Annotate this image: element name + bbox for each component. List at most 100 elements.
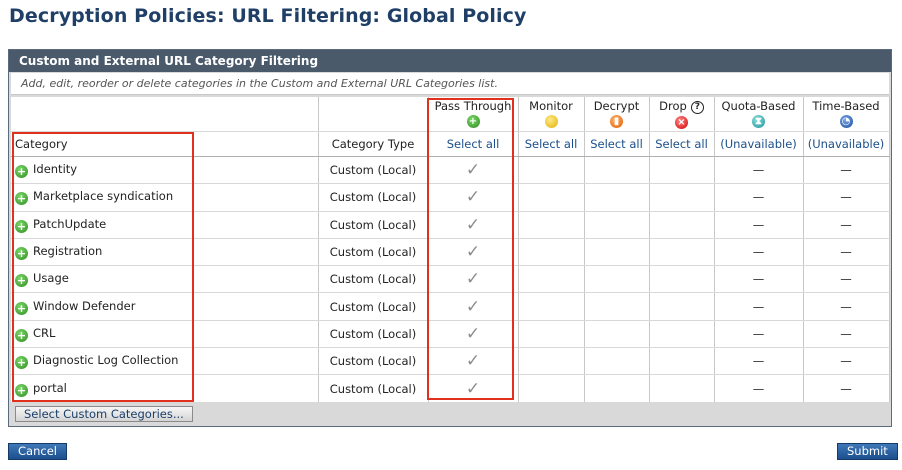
decrypt-cell[interactable] — [584, 320, 650, 349]
plus-icon[interactable]: + — [15, 247, 28, 261]
category-cell: + Usage — [11, 265, 319, 294]
checkmark-icon: ✓ — [465, 269, 481, 290]
submit-button[interactable]: Submit — [837, 443, 898, 460]
drop-cell[interactable] — [649, 156, 715, 185]
quota-cell: — — [714, 347, 804, 376]
plus-icon[interactable]: + — [15, 301, 28, 315]
category-type-cell: Custom (Local) — [318, 265, 429, 294]
select-all-drop[interactable]: Select all — [649, 131, 715, 157]
quota-cell: — — [714, 156, 804, 185]
column-header-category-type: Category Type — [318, 131, 429, 157]
cancel-button[interactable]: Cancel — [8, 443, 67, 460]
drop-cell[interactable] — [649, 347, 715, 376]
pass-through-cell[interactable]: ✓ — [428, 156, 519, 185]
time-cell: — — [803, 347, 890, 376]
quota-cell: — — [714, 292, 804, 321]
monitor-cell[interactable] — [518, 183, 585, 212]
category-name: Registration — [33, 244, 103, 259]
monitor-cell[interactable] — [518, 211, 585, 239]
pass-through-cell[interactable]: ✓ — [428, 211, 519, 239]
time-cell: — — [803, 265, 890, 294]
quota-cell: — — [714, 265, 804, 294]
header-category-blank — [11, 97, 319, 132]
decrypt-cell[interactable] — [584, 183, 650, 212]
decrypt-cell[interactable] — [584, 156, 650, 185]
pass-through-cell[interactable]: ✓ — [428, 265, 519, 294]
drop-cell[interactable] — [649, 374, 715, 403]
time-cell: — — [803, 183, 890, 212]
header-drop: Drop? × — [649, 97, 715, 132]
help-icon[interactable]: ? — [690, 101, 704, 114]
select-custom-categories-button[interactable]: Select Custom Categories... — [15, 406, 193, 422]
category-cell: + Registration — [11, 238, 319, 267]
monitor-cell[interactable] — [518, 374, 585, 403]
category-cell: + CRL — [11, 320, 319, 349]
monitor-cell[interactable] — [518, 347, 585, 376]
drop-cell[interactable] — [649, 238, 715, 267]
category-cell: + Diagnostic Log Collection — [11, 347, 319, 376]
select-all-pass-through[interactable]: Select all — [428, 131, 519, 157]
category-name: Marketplace syndication — [33, 189, 174, 204]
header-quota-based: Quota-Based ⧗ — [714, 97, 804, 132]
quota-cell: — — [714, 320, 804, 349]
quota-cell: — — [714, 374, 804, 403]
plus-icon[interactable]: + — [15, 274, 28, 288]
monitor-cell[interactable] — [518, 320, 585, 349]
pass-through-cell[interactable]: ✓ — [428, 347, 519, 376]
url-category-panel: Custom and External URL Category Filteri… — [8, 49, 892, 427]
page-title: Decryption Policies: URL Filtering: Glob… — [9, 5, 527, 27]
pass-through-label: Pass Through — [434, 99, 512, 113]
table-row: + Identity Custom (Local) ✓ — — — [11, 156, 890, 185]
drop-cell[interactable] — [649, 211, 715, 239]
monitor-cell[interactable] — [518, 238, 585, 267]
select-all-monitor[interactable]: Select all — [518, 131, 585, 157]
decrypt-cell[interactable] — [584, 347, 650, 376]
select-all-decrypt[interactable]: Select all — [584, 131, 650, 157]
quota-unavailable: (Unavailable) — [714, 131, 804, 157]
time-based-label: Time-Based — [812, 99, 880, 113]
decrypt-cell[interactable] — [584, 265, 650, 294]
category-type-cell: Custom (Local) — [318, 347, 429, 376]
table-row: + Usage Custom (Local) ✓ — — — [11, 265, 890, 294]
plus-icon[interactable]: + — [15, 219, 28, 233]
decrypt-cell[interactable] — [584, 238, 650, 267]
time-cell: — — [803, 156, 890, 185]
decrypt-cell[interactable] — [584, 374, 650, 403]
decrypt-cell[interactable] — [584, 211, 650, 239]
plus-icon[interactable]: + — [15, 328, 28, 342]
pass-through-cell[interactable]: ✓ — [428, 183, 519, 212]
pass-through-cell[interactable]: ✓ — [428, 320, 519, 349]
table-row: + Diagnostic Log Collection Custom (Local)… — [11, 347, 890, 376]
table-row: + Registration Custom (Local) ✓ — — — [11, 238, 890, 267]
plus-icon[interactable]: + — [15, 165, 28, 179]
drop-cell[interactable] — [649, 265, 715, 294]
pass-through-cell[interactable]: ✓ — [428, 238, 519, 267]
category-table: Pass Through + Monitor Decrypt ▮ Drop? ×… — [11, 97, 890, 403]
plus-icon[interactable]: + — [15, 356, 28, 370]
decrypt-lock-icon: ▮ — [610, 115, 623, 128]
decrypt-cell[interactable] — [584, 292, 650, 321]
category-cell: + Window Defender — [11, 292, 319, 321]
monitor-cell[interactable] — [518, 265, 585, 294]
drop-cell[interactable] — [649, 292, 715, 321]
header-decrypt: Decrypt ▮ — [584, 97, 650, 132]
category-name: portal — [33, 380, 67, 395]
quota-cell: — — [714, 183, 804, 212]
pass-through-cell[interactable]: ✓ — [428, 292, 519, 321]
header-time-based: Time-Based ◔ — [803, 97, 890, 132]
pass-through-cell[interactable]: ✓ — [428, 374, 519, 403]
category-name: PatchUpdate — [33, 216, 107, 231]
checkmark-icon: ✓ — [465, 351, 481, 372]
monitor-cell[interactable] — [518, 156, 585, 185]
hourglass-icon: ⧗ — [752, 115, 765, 128]
category-name: Identity — [33, 162, 78, 177]
drop-cell[interactable] — [649, 183, 715, 212]
plus-icon[interactable]: + — [15, 383, 28, 397]
category-type-cell: Custom (Local) — [318, 320, 429, 349]
checkmark-icon: ✓ — [465, 160, 481, 181]
monitor-cell[interactable] — [518, 292, 585, 321]
drop-cell[interactable] — [649, 320, 715, 349]
time-cell: — — [803, 292, 890, 321]
plus-icon[interactable]: + — [15, 192, 28, 206]
table-row: + Window Defender Custom (Local) ✓ — — — [11, 292, 890, 321]
